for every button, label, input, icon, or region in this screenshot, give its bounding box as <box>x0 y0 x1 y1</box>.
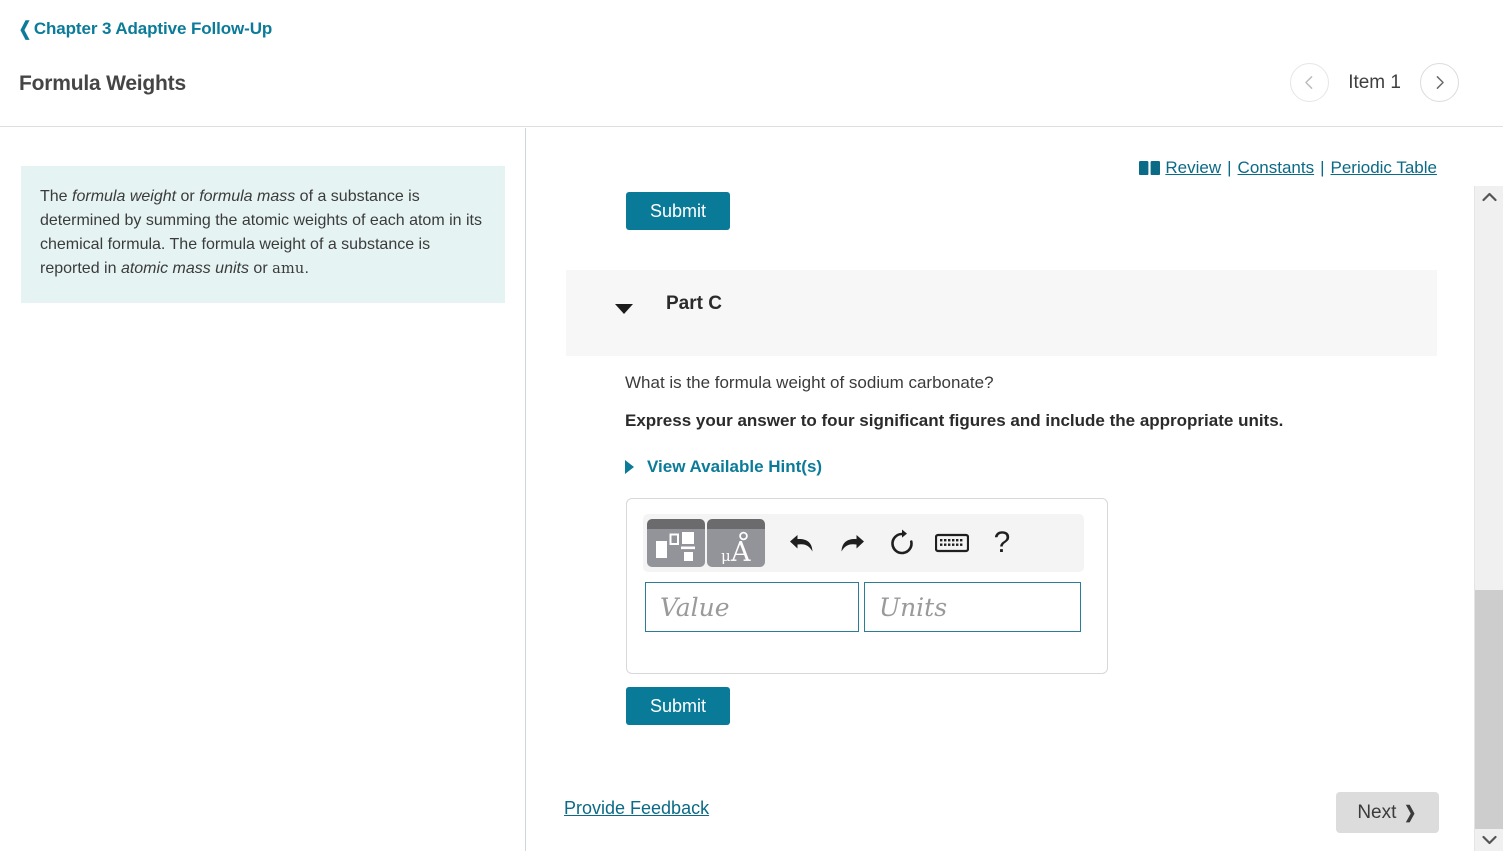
scroll-down-button[interactable] <box>1475 829 1503 851</box>
answer-fields-row <box>645 582 1081 632</box>
undo-button[interactable] <box>777 519 827 567</box>
info-em-atomic-mass-units: atomic mass units <box>120 260 249 277</box>
redo-button[interactable] <box>827 519 877 567</box>
info-seg-2: or <box>176 188 200 205</box>
review-link[interactable]: Review <box>1165 158 1221 178</box>
vertical-scrollbar[interactable] <box>1474 186 1503 851</box>
reset-button[interactable] <box>877 519 927 567</box>
info-seg-1: The <box>40 188 73 205</box>
units-button[interactable]: μ A <box>707 519 765 567</box>
previous-item-button[interactable] <box>1290 63 1330 102</box>
part-c-header-band[interactable]: Part C <box>566 270 1437 356</box>
chevron-up-icon <box>1481 192 1497 202</box>
chevron-left-icon <box>1305 76 1313 89</box>
info-seg-4: or <box>248 260 273 277</box>
tool-links: Review | Constants | Periodic Table <box>1139 158 1437 178</box>
math-template-palette-icon <box>656 532 695 561</box>
reset-circular-arrow-icon <box>891 529 913 555</box>
view-hints-label: View Available Hint(s) <box>647 457 823 476</box>
help-button[interactable]: ? <box>977 519 1027 567</box>
svg-text:μ: μ <box>721 547 731 565</box>
chevron-left-icon: ❮ <box>18 18 32 40</box>
main-content-pane: Review | Constants | Periodic Table Subm… <box>527 128 1503 851</box>
info-em-formula-weight: formula weight <box>72 188 177 205</box>
part-c-label: Part C <box>666 293 722 314</box>
page-title: Formula Weights <box>19 72 186 95</box>
page-header: ❮ Chapter 3 Adaptive Follow-Up Formula W… <box>0 0 1503 127</box>
question-mark-icon: ? <box>993 526 1011 559</box>
constants-link[interactable]: Constants <box>1238 158 1315 178</box>
breadcrumb-back-link[interactable]: ❮ Chapter 3 Adaptive Follow-Up <box>17 18 273 40</box>
breadcrumb-label: Chapter 3 Adaptive Follow-Up <box>33 19 273 38</box>
question-instruction: Express your answer to four significant … <box>625 411 1284 430</box>
item-navigation: Item 1 <box>1290 63 1459 102</box>
next-button[interactable]: Next ❯ <box>1336 792 1439 833</box>
keyboard-icon <box>935 533 969 553</box>
chevron-right-icon: ❯ <box>1404 802 1417 822</box>
info-em-formula-mass: formula mass <box>199 188 296 205</box>
tool-link-separator-2: | <box>1320 158 1325 177</box>
formula-weight-info-box: The formula weight or formula mass of a … <box>21 166 505 303</box>
value-input[interactable] <box>645 582 859 632</box>
answer-entry-widget: μ A ? Value Units <box>626 498 1108 674</box>
units-input[interactable] <box>864 582 1081 632</box>
next-button-label: Next <box>1357 801 1397 823</box>
redo-arrow-icon <box>841 535 864 552</box>
periodic-table-link[interactable]: Periodic Table <box>1331 158 1437 178</box>
micro-angstrom-units-icon: μ A <box>721 531 751 567</box>
scroll-up-button[interactable] <box>1475 186 1503 208</box>
answer-toolbar: μ A ? <box>643 514 1084 572</box>
svg-text:A: A <box>730 537 751 567</box>
item-label: Item 1 <box>1348 71 1401 93</box>
left-reference-pane: The formula weight or formula mass of a … <box>0 128 526 851</box>
next-item-button[interactable] <box>1420 63 1459 102</box>
keyboard-button[interactable] <box>927 519 977 567</box>
scrollbar-thumb[interactable] <box>1475 590 1503 830</box>
info-amu-mono: amu <box>272 261 305 277</box>
caret-down-icon[interactable] <box>615 304 633 314</box>
chevron-right-icon <box>1436 76 1444 89</box>
tool-link-separator-1: | <box>1227 158 1232 177</box>
view-hints-link[interactable]: View Available Hint(s) <box>625 457 822 477</box>
question-text: What is the formula weight of sodium car… <box>625 373 994 392</box>
open-book-icon <box>1139 160 1161 176</box>
undo-arrow-icon <box>790 535 813 552</box>
chevron-down-icon <box>1481 835 1497 845</box>
provide-feedback-link[interactable]: Provide Feedback <box>564 798 709 819</box>
info-seg-5: . <box>304 260 309 277</box>
caret-right-icon <box>625 460 634 474</box>
template-palette-button[interactable] <box>647 519 705 567</box>
submit-button-bottom[interactable]: Submit <box>626 687 730 725</box>
submit-button-top[interactable]: Submit <box>626 192 730 230</box>
info-box-text: The formula weight or formula mass of a … <box>40 185 483 281</box>
